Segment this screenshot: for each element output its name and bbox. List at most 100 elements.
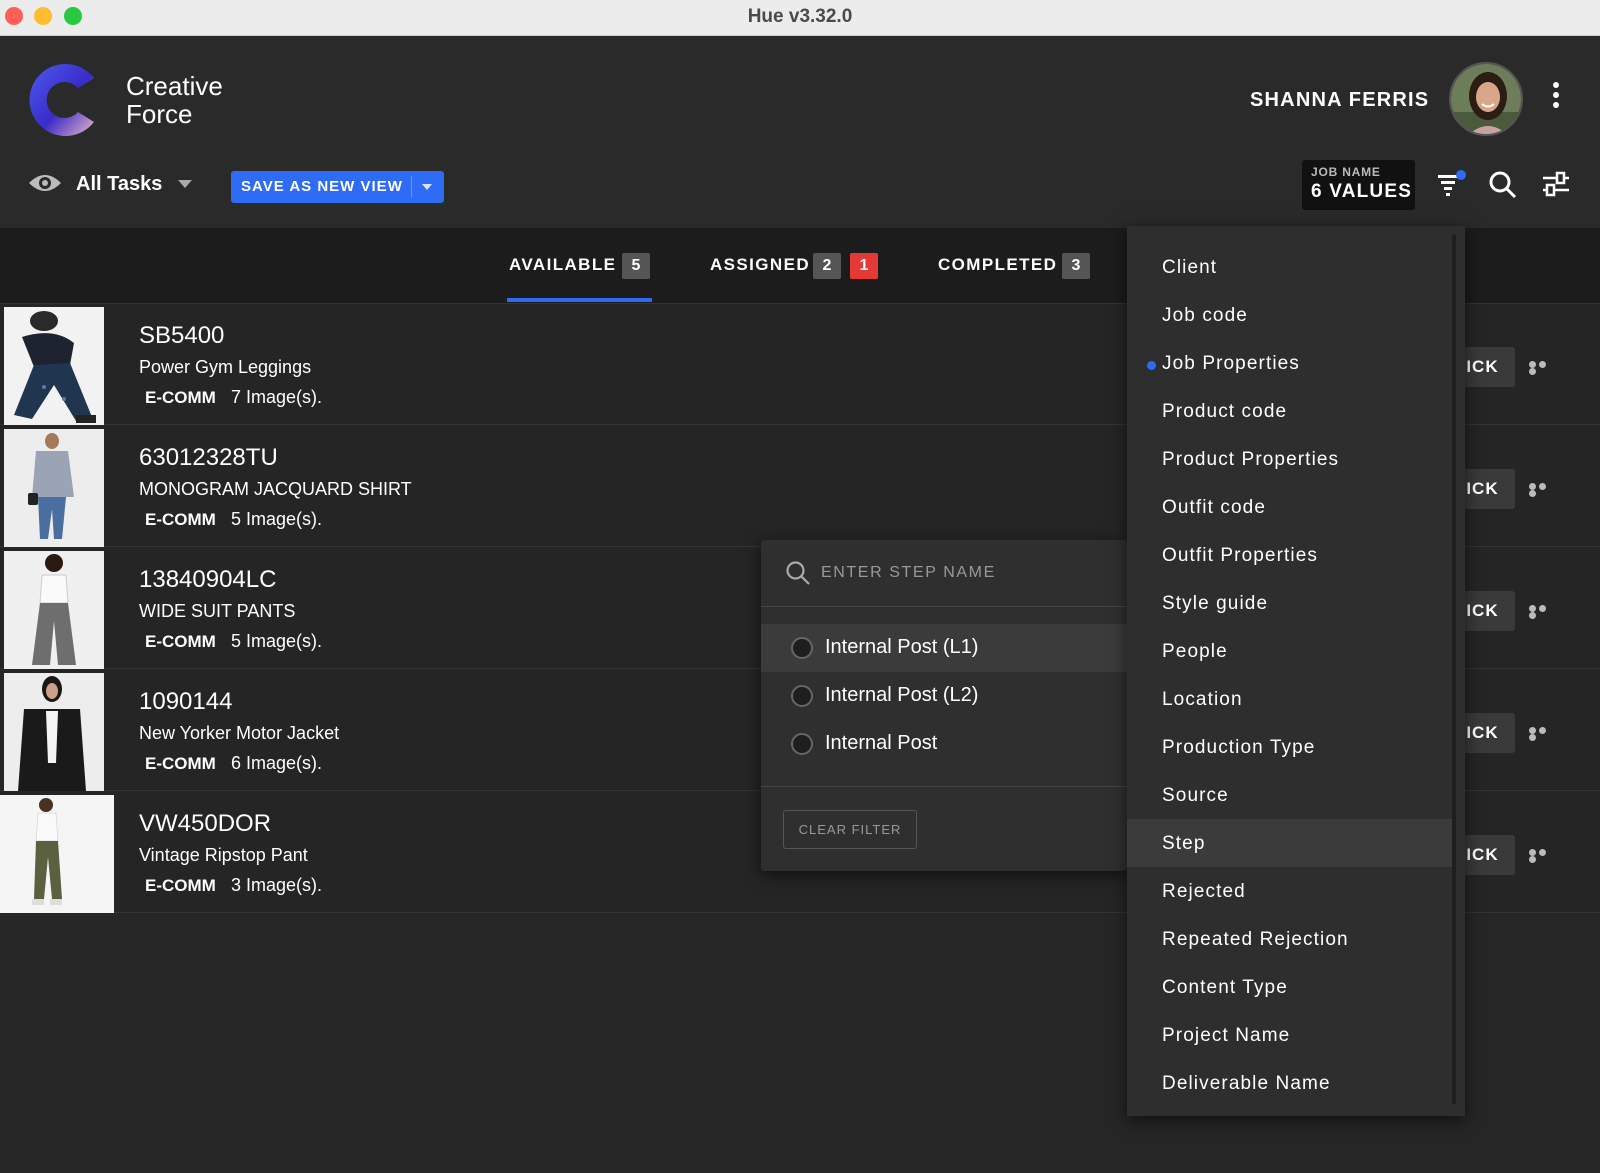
- field-item-production-type[interactable]: Production Type: [1127, 723, 1452, 771]
- field-item-label: Project Name: [1162, 1025, 1291, 1046]
- step-option[interactable]: Internal Post (L1): [761, 624, 1127, 672]
- radio-button[interactable]: [791, 733, 813, 755]
- task-code: SB5400: [139, 322, 225, 349]
- filter-field-menu: Client Job code Job Properties Product c…: [1127, 226, 1465, 1116]
- field-item-product-properties[interactable]: Product Properties: [1127, 435, 1452, 483]
- app-header: Creative Force SHANNA FERRIS All Tasks S…: [0, 36, 1600, 228]
- task-name: WIDE SUIT PANTS: [139, 601, 296, 621]
- task-code: VW450DOR: [139, 810, 272, 837]
- field-item-label: Product Properties: [1162, 449, 1340, 470]
- search-icon[interactable]: [1488, 170, 1518, 200]
- product-thumbnail[interactable]: [0, 795, 114, 913]
- field-item-label: Rejected: [1162, 881, 1246, 902]
- avatar[interactable]: [1449, 62, 1523, 136]
- button-divider: [411, 176, 412, 198]
- filter-icon[interactable]: [1436, 169, 1466, 199]
- step-search-input[interactable]: [821, 556, 1111, 590]
- save-options-chevron-icon[interactable]: [422, 184, 432, 190]
- field-item-step[interactable]: Step: [1127, 819, 1452, 867]
- clear-filter-button[interactable]: CLEAR FILTER: [783, 810, 917, 849]
- user-name[interactable]: SHANNA FERRIS: [1250, 89, 1429, 112]
- field-item-label: Outfit code: [1162, 497, 1266, 518]
- field-item-label: Client: [1162, 257, 1218, 278]
- tab-available[interactable]: AVAILABLE: [509, 255, 616, 285]
- image-count: 6 Image(s).: [231, 753, 323, 773]
- kebab-icon[interactable]: [1546, 82, 1566, 116]
- field-item-job-properties[interactable]: Job Properties: [1127, 339, 1452, 387]
- field-item-client[interactable]: Client: [1127, 243, 1452, 291]
- product-thumbnail[interactable]: [4, 673, 104, 791]
- field-item-outfit-code[interactable]: Outfit code: [1127, 483, 1452, 531]
- field-item-label: People: [1162, 641, 1228, 662]
- divider: [761, 606, 1127, 607]
- field-item-label: Repeated Rejection: [1162, 929, 1349, 950]
- field-item-outfit-properties[interactable]: Outfit Properties: [1127, 531, 1452, 579]
- available-count-badge: 5: [622, 253, 650, 279]
- active-filter-dot: [1147, 361, 1156, 370]
- task-type: E-COMM: [145, 510, 216, 529]
- task-type: E-COMM: [145, 388, 216, 407]
- save-as-new-view-button[interactable]: SAVE AS NEW VIEW: [231, 171, 444, 203]
- assigned-count-badge: 2: [813, 253, 841, 279]
- more-icon[interactable]: [1529, 849, 1557, 863]
- radio-button[interactable]: [791, 637, 813, 659]
- tab-assigned[interactable]: ASSIGNED: [710, 255, 810, 285]
- image-count: 3 Image(s).: [231, 875, 323, 895]
- window-titlebar: Hue v3.32.0: [0, 0, 1600, 36]
- task-type: E-COMM: [145, 754, 216, 773]
- product-thumbnail[interactable]: [4, 307, 104, 425]
- search-icon: [786, 561, 810, 585]
- task-code: 13840904LC: [139, 566, 277, 593]
- field-item-location[interactable]: Location: [1127, 675, 1452, 723]
- field-item-rejected[interactable]: Rejected: [1127, 867, 1452, 915]
- field-item-label: Location: [1162, 689, 1243, 710]
- product-thumbnail[interactable]: [4, 551, 104, 669]
- creative-force-logo: [29, 63, 94, 136]
- more-icon[interactable]: [1529, 727, 1557, 741]
- window-title: Hue v3.32.0: [747, 6, 853, 27]
- completed-count-badge: 3: [1062, 253, 1090, 279]
- clear-filter-label: CLEAR FILTER: [798, 822, 902, 837]
- chevron-down-icon[interactable]: [178, 180, 192, 188]
- brand-line-1: Creative: [126, 71, 223, 101]
- task-name: Vintage Ripstop Pant: [139, 845, 308, 865]
- assigned-alert-badge: 1: [850, 253, 878, 279]
- radio-button[interactable]: [791, 685, 813, 707]
- step-option-label: Internal Post (L1): [825, 636, 979, 658]
- step-option[interactable]: Internal Post: [761, 720, 1127, 768]
- more-icon[interactable]: [1529, 605, 1557, 619]
- field-item-style-guide[interactable]: Style guide: [1127, 579, 1452, 627]
- more-icon[interactable]: [1529, 483, 1557, 497]
- step-filter-panel: Internal Post (L1) Internal Post (L2) In…: [761, 540, 1127, 871]
- field-item-job-code[interactable]: Job code: [1127, 291, 1452, 339]
- filter-chip-value: 6 VALUES: [1311, 181, 1413, 202]
- product-thumbnail[interactable]: [4, 429, 104, 547]
- field-item-deliverable-name[interactable]: Deliverable Name: [1127, 1059, 1452, 1107]
- field-item-label: Product code: [1162, 401, 1288, 422]
- tab-completed[interactable]: COMPLETED: [938, 255, 1057, 285]
- field-item-repeated-rejection[interactable]: Repeated Rejection: [1127, 915, 1452, 963]
- task-type: E-COMM: [145, 876, 216, 895]
- job-name-filter-chip[interactable]: JOB NAME 6 VALUES: [1302, 160, 1415, 210]
- field-item-source[interactable]: Source: [1127, 771, 1452, 819]
- image-count: 5 Image(s).: [231, 509, 323, 529]
- view-selector[interactable]: All Tasks: [76, 173, 162, 196]
- field-item-product-code[interactable]: Product code: [1127, 387, 1452, 435]
- active-tab-indicator: [507, 298, 652, 302]
- eye-icon[interactable]: [28, 172, 62, 194]
- brand-line-2: Force: [126, 99, 193, 129]
- field-item-content-type[interactable]: Content Type: [1127, 963, 1452, 1011]
- field-item-project-name[interactable]: Project Name: [1127, 1011, 1452, 1059]
- task-type: E-COMM: [145, 632, 216, 651]
- field-item-label: Content Type: [1162, 977, 1288, 998]
- field-item-people[interactable]: People: [1127, 627, 1452, 675]
- field-item-label: Deliverable Name: [1162, 1073, 1331, 1094]
- scrollbar[interactable]: [1452, 234, 1456, 1104]
- step-option-label: Internal Post: [825, 732, 938, 754]
- step-option[interactable]: Internal Post (L2): [761, 672, 1127, 720]
- sliders-icon[interactable]: [1541, 169, 1571, 199]
- more-icon[interactable]: [1529, 361, 1557, 375]
- task-name: New Yorker Motor Jacket: [139, 723, 340, 743]
- task-code: 1090144: [139, 688, 233, 715]
- save-button-label: SAVE AS NEW VIEW: [241, 178, 403, 195]
